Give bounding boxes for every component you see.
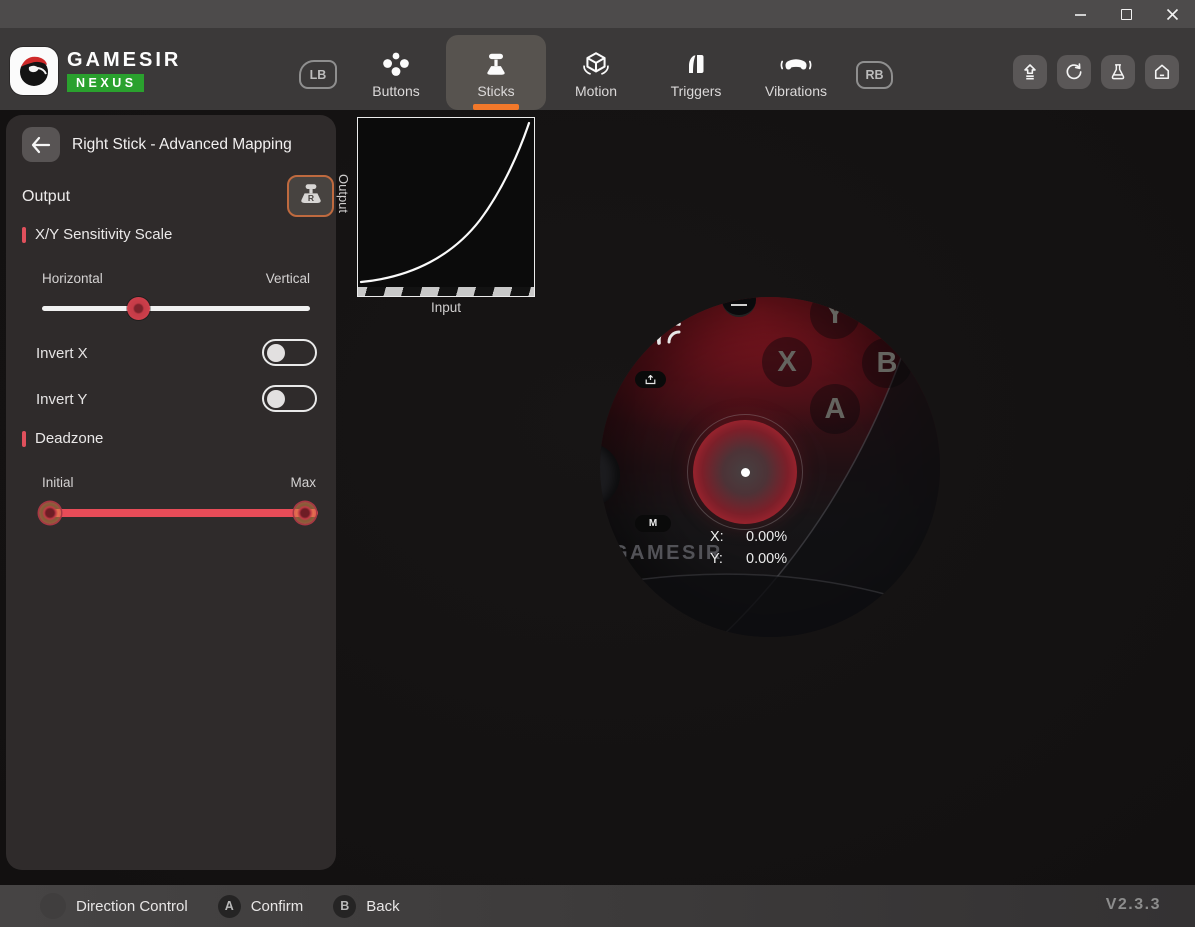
sensitivity-heading: X/Y Sensitivity Scale: [22, 226, 172, 243]
output-label: Output: [22, 188, 70, 206]
invert-y-toggle[interactable]: [262, 385, 317, 412]
home-button[interactable]: [1145, 55, 1179, 89]
invert-x-toggle[interactable]: [262, 339, 317, 366]
right-stick-position-dot: [741, 468, 750, 477]
deadzone-stripe-strip: [358, 287, 534, 296]
toggle-knob: [267, 344, 285, 362]
b-button-badge: B: [333, 895, 356, 918]
a-button-badge: A: [218, 895, 241, 918]
footer-hint-bar: Direction Control A Confirm B Back V2.3.…: [0, 885, 1195, 927]
app-window: GAMESIR NEXUS LB Buttons: [0, 0, 1195, 927]
controller-preview: Y X B A M GAMESIR X: 0.00% Y: 0.00%: [600, 297, 940, 637]
controller-brand-print: GAMESIR: [612, 542, 723, 565]
app-version: V2.3.3: [1106, 896, 1161, 914]
output-stick-letter: R: [307, 193, 314, 203]
curve-y-axis-label: Output: [336, 174, 351, 304]
invert-x-label: Invert X: [36, 345, 88, 362]
deadzone-low-thumb[interactable]: [39, 502, 61, 524]
home-icon: [1152, 62, 1172, 82]
share-upload-icon: [645, 375, 656, 385]
stick-hint-icon: [40, 893, 66, 919]
lab-button[interactable]: [1101, 55, 1135, 89]
buttons-dots-icon: [382, 49, 410, 81]
joystick-r-icon: R: [296, 183, 326, 209]
maximize-button[interactable]: [1103, 0, 1149, 28]
upload-icon: [1020, 62, 1040, 82]
shoulder-badge-lb: LB: [299, 60, 337, 89]
face-button-x: X: [762, 337, 812, 387]
reset-button[interactable]: [1057, 55, 1091, 89]
advanced-mapping-panel: Right Stick - Advanced Mapping Output R …: [6, 115, 336, 870]
red-accent-bar: [22, 227, 26, 243]
tab-vibrations[interactable]: Vibrations: [746, 28, 846, 110]
titlebar: [0, 0, 1195, 28]
brand-name: GAMESIR: [67, 50, 181, 70]
hint-direction-control: Direction Control: [40, 893, 188, 919]
top-nav: GAMESIR NEXUS LB Buttons: [0, 28, 1195, 110]
deadzone-left-label: Initial: [42, 475, 74, 490]
sensitivity-slider-thumb[interactable]: [127, 297, 150, 320]
shoulder-badge-rb: RB: [856, 61, 893, 89]
tab-label: Sticks: [477, 83, 514, 99]
readout-y-value: 0.00%: [746, 551, 787, 567]
controller-share-button: [635, 371, 666, 388]
brand: GAMESIR NEXUS: [10, 47, 181, 95]
face-button-a: A: [810, 384, 860, 434]
motion-cube-icon: [581, 49, 611, 81]
red-accent-bar: [22, 431, 26, 447]
back-button[interactable]: [22, 127, 60, 162]
brand-badge: NEXUS: [67, 74, 144, 92]
firmware-update-button[interactable]: [1013, 55, 1047, 89]
face-button-b: B: [862, 338, 912, 388]
brand-text: GAMESIR NEXUS: [67, 50, 181, 92]
reset-icon: [1064, 62, 1084, 82]
close-icon: [1166, 8, 1179, 21]
joystick-icon: [482, 49, 510, 81]
deadzone-heading: Deadzone: [22, 430, 103, 447]
panel-title: Right Stick - Advanced Mapping: [72, 136, 292, 154]
curve-plot: [358, 118, 533, 295]
controller-m-button: M: [635, 515, 671, 532]
invert-y-label: Invert Y: [36, 391, 87, 408]
minimize-icon: [1074, 8, 1087, 21]
tab-sticks[interactable]: Sticks: [446, 28, 546, 110]
readout-x-value: 0.00%: [746, 529, 787, 545]
tab-triggers[interactable]: Triggers: [646, 28, 746, 110]
main-content: Right Stick - Advanced Mapping Output R …: [0, 110, 1195, 885]
curve-x-axis-label: Input: [357, 300, 535, 315]
tab-label: Vibrations: [765, 83, 827, 99]
controller-logo-mark: [655, 319, 685, 347]
toggle-knob: [267, 390, 285, 408]
output-stick-button[interactable]: R: [287, 175, 334, 217]
hint-back: B Back: [333, 895, 399, 918]
sensitivity-left-label: Horizontal: [42, 271, 103, 286]
readout-x-label: X:: [710, 529, 738, 545]
stick-readout: X: 0.00% Y: 0.00%: [710, 526, 787, 570]
gamesir-logo-icon: [10, 47, 58, 95]
deadzone-slider-track[interactable]: [44, 509, 318, 517]
response-curve-chart: [357, 117, 535, 297]
nav-tabs: Buttons Sticks: [346, 28, 846, 110]
back-arrow-icon: [30, 136, 52, 154]
tab-label: Triggers: [671, 83, 722, 99]
sensitivity-slider-track[interactable]: [42, 306, 310, 311]
deadzone-high-thumb[interactable]: [294, 502, 316, 524]
trigger-icon: [683, 49, 709, 81]
deadzone-right-label: Max: [290, 475, 316, 490]
maximize-icon: [1121, 9, 1132, 20]
tab-label: Buttons: [372, 83, 419, 99]
nav-actions: [1013, 55, 1179, 89]
tab-buttons[interactable]: Buttons: [346, 28, 446, 110]
hint-confirm: A Confirm: [218, 895, 304, 918]
vibration-gamepad-icon: [779, 49, 813, 81]
readout-y-label: Y:: [710, 551, 738, 567]
tab-label: Motion: [575, 83, 617, 99]
close-button[interactable]: [1149, 0, 1195, 28]
sensitivity-right-label: Vertical: [266, 271, 310, 286]
lab-flask-icon: [1108, 62, 1128, 82]
tab-motion[interactable]: Motion: [546, 28, 646, 110]
minimize-button[interactable]: [1057, 0, 1103, 28]
